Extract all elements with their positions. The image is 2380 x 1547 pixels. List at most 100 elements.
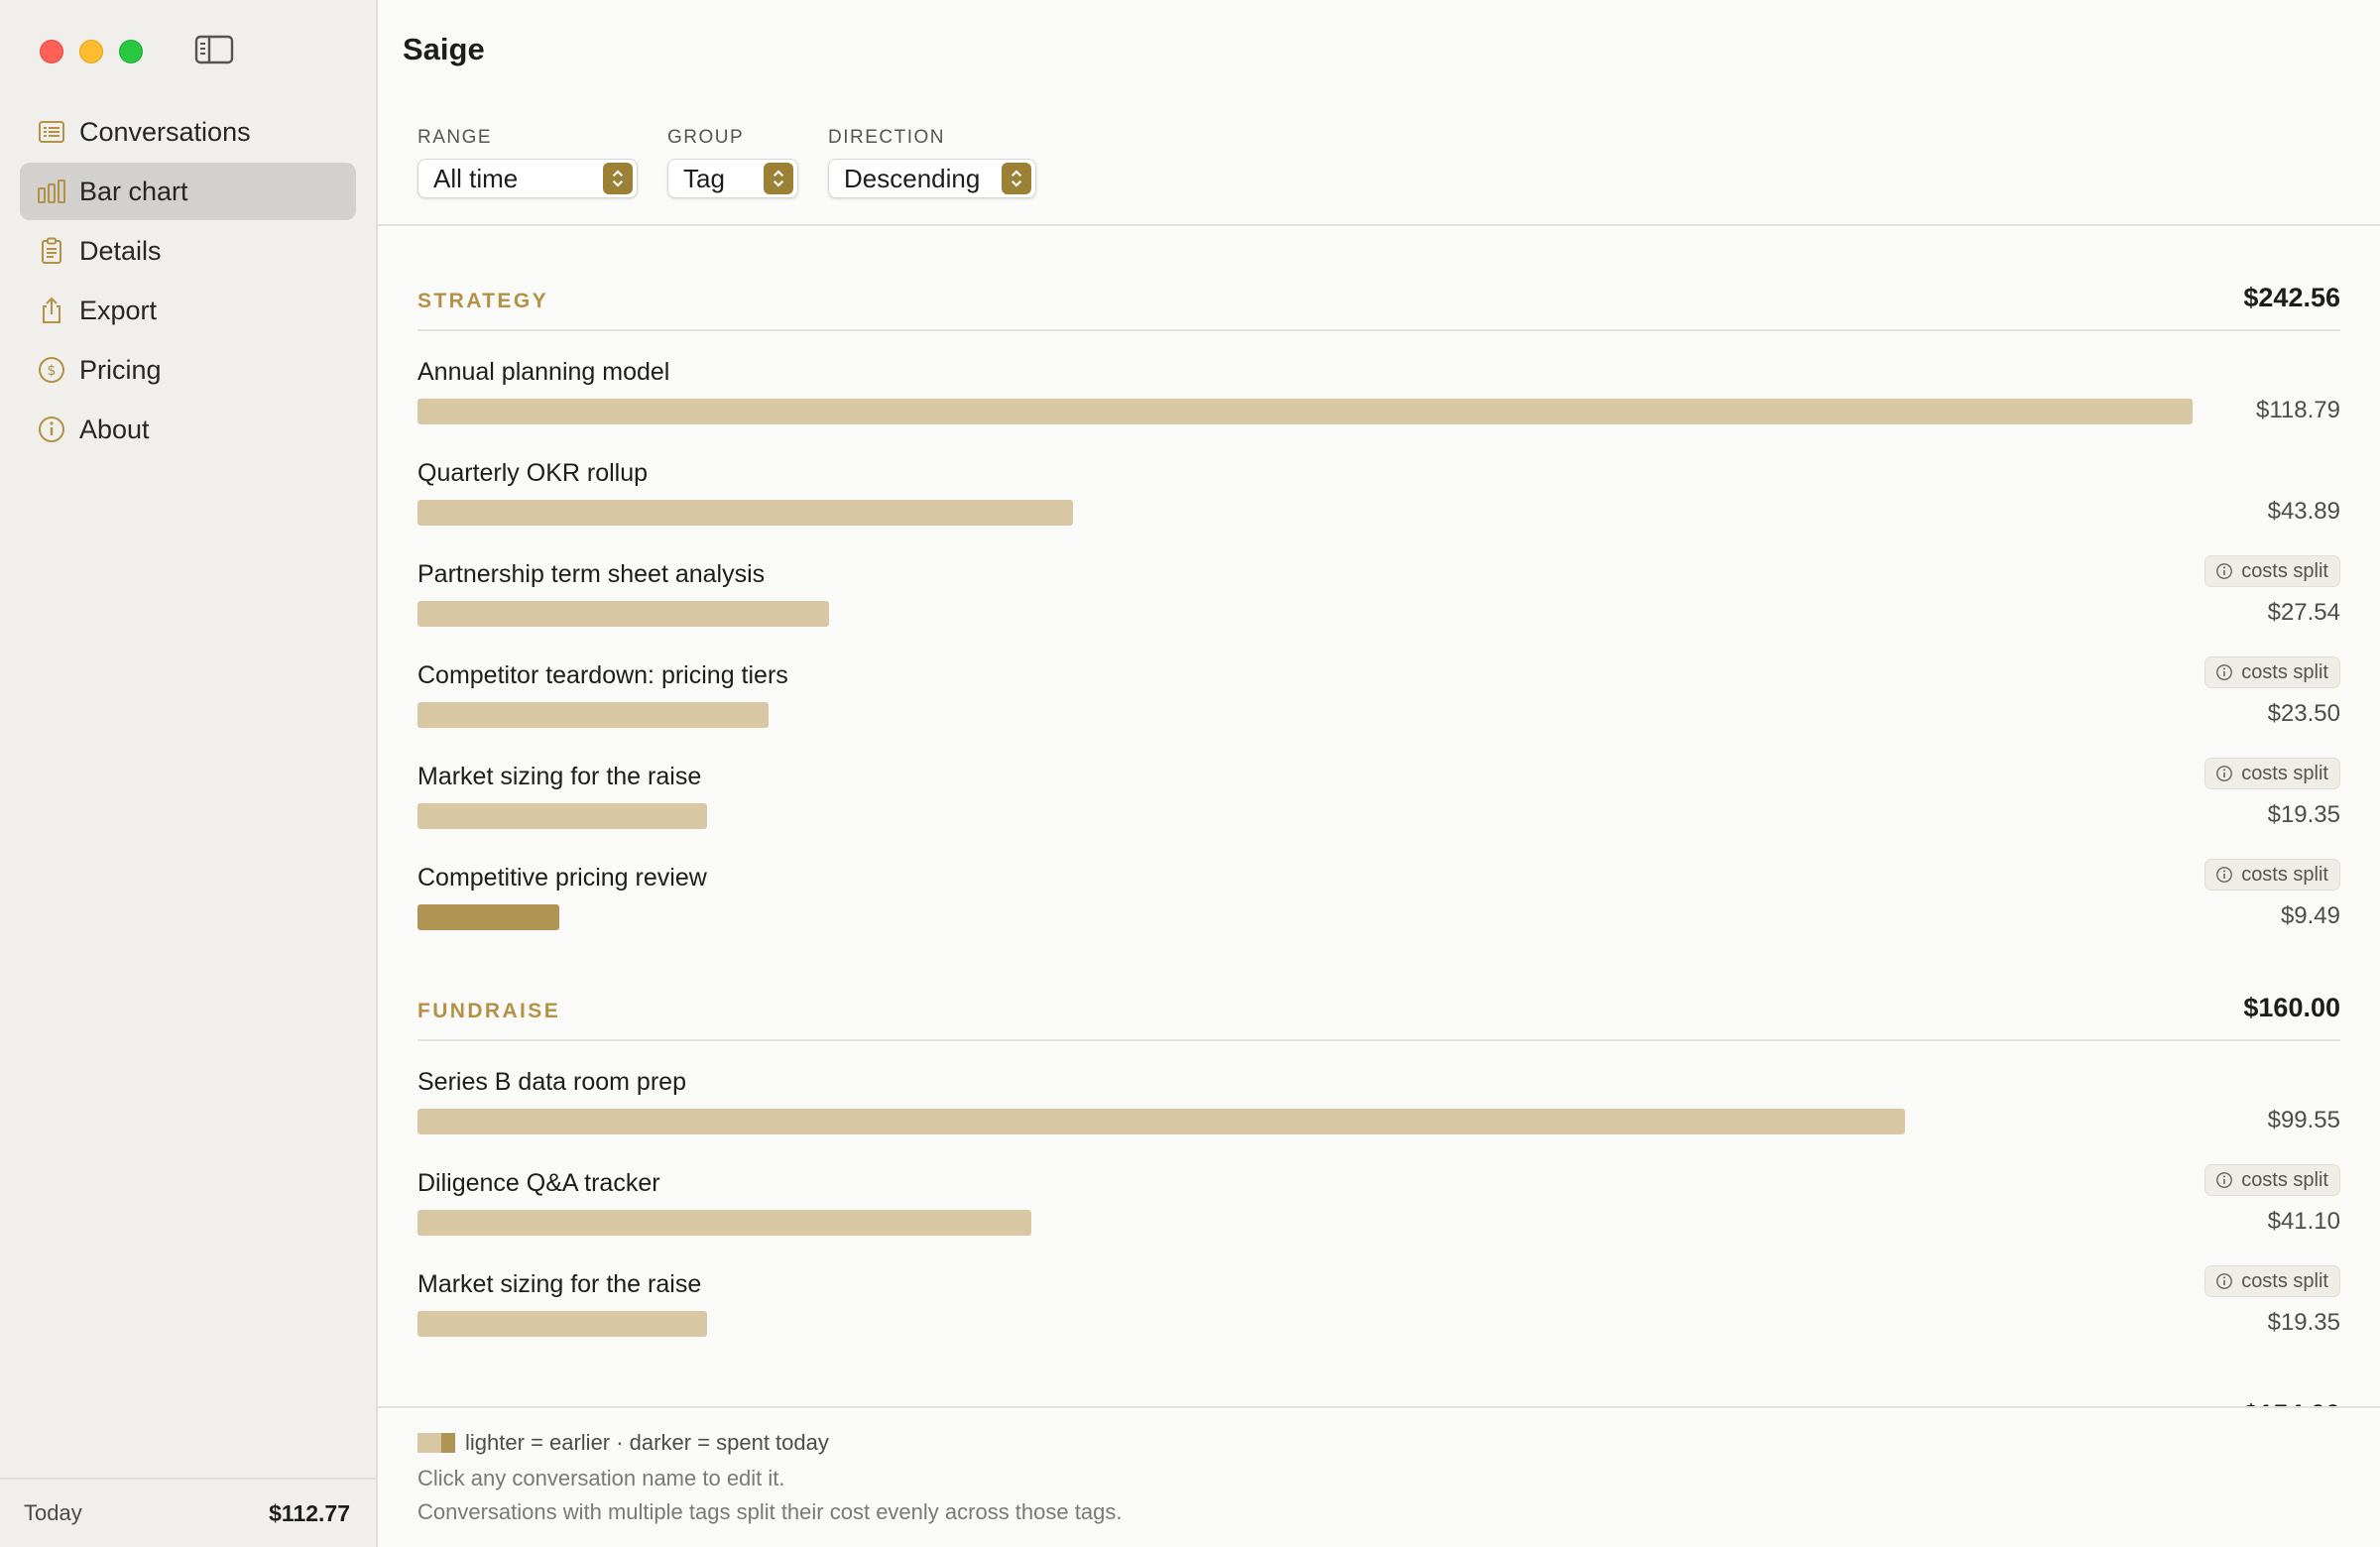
zoom-window-button[interactable] <box>119 40 143 63</box>
app-window: Conversations Bar chart Details Export $… <box>0 0 2380 1547</box>
bar-amount: $99.55 <box>2267 1107 2340 1133</box>
bar-earlier <box>417 1210 1031 1236</box>
bar-earlier <box>417 803 707 829</box>
info-icon <box>2216 766 2233 781</box>
window-controls <box>40 40 143 63</box>
sidebar-item-bar-chart[interactable]: Bar chart <box>20 163 356 220</box>
bar-row: Quarterly OKR rollup $43.89 <box>417 432 2340 534</box>
sidebar-item-export[interactable]: Export <box>20 282 356 339</box>
sidebar-item-conversations[interactable]: Conversations <box>20 103 356 161</box>
close-window-button[interactable] <box>40 40 63 63</box>
costs-split-badge[interactable]: costs split <box>2204 1265 2340 1297</box>
bar-row: Market sizing for the raise costs split $1… <box>417 1244 2340 1345</box>
section-name: STRATEGY <box>417 290 548 312</box>
costs-split-label: costs split <box>2241 863 2328 886</box>
bar-track <box>417 1109 2193 1134</box>
conversation-name-link[interactable]: Quarterly OKR rollup <box>417 459 648 488</box>
bar-amount: $9.49 <box>2280 902 2340 929</box>
share-icon <box>36 295 67 326</box>
bar-row: Diligence Q&A tracker costs split $41.10 <box>417 1142 2340 1244</box>
conversation-name-link[interactable]: Series B data room prep <box>417 1068 686 1097</box>
chevron-up-down-icon <box>764 163 793 194</box>
conversation-name-link[interactable]: Competitor teardown: pricing tiers <box>417 661 788 690</box>
today-label: Today <box>24 1500 82 1525</box>
clipboard-icon <box>36 235 67 267</box>
edit-hint: Click any conversation name to edit it. <box>417 1466 785 1490</box>
svg-text:$: $ <box>48 363 57 379</box>
sidebar-item-label: Conversations <box>79 116 251 147</box>
bar-chart-icon <box>36 176 67 207</box>
conversation-name-link[interactable]: Market sizing for the raise <box>417 763 701 791</box>
conversation-name-link[interactable]: Diligence Q&A tracker <box>417 1169 660 1198</box>
direction-control: DIRECTION Descending <box>828 127 1036 198</box>
sidebar-item-pricing[interactable]: $ Pricing <box>20 341 356 399</box>
info-icon <box>2216 1172 2233 1188</box>
group-control: GROUP Tag <box>667 127 798 198</box>
sidebar-item-details[interactable]: Details <box>20 222 356 280</box>
costs-split-badge[interactable]: costs split <box>2204 859 2340 891</box>
range-select[interactable]: All time <box>417 159 638 198</box>
dollar-circle-icon: $ <box>36 354 67 386</box>
costs-split-label: costs split <box>2241 1168 2328 1191</box>
bar-track <box>417 601 2193 627</box>
section-total: $242.56 <box>2243 283 2340 312</box>
bar-amount: $43.89 <box>2267 498 2340 525</box>
conversation-name-link[interactable]: Partnership term sheet analysis <box>417 560 765 589</box>
range-value: All time <box>433 163 519 193</box>
main-pane: Saige RANGE All time GROUP Tag DIRECTION… <box>378 0 2380 1547</box>
bar-track <box>417 702 2193 728</box>
sidebar-item-label: About <box>79 414 150 444</box>
costs-split-badge[interactable]: costs split <box>2204 555 2340 587</box>
sidebar-item-about[interactable]: About <box>20 401 356 458</box>
bar-track <box>417 803 2193 829</box>
costs-split-badge[interactable]: costs split <box>2204 656 2340 688</box>
conversation-name-link[interactable]: Market sizing for the raise <box>417 1270 701 1299</box>
bar-earlier <box>417 1109 1905 1134</box>
sidebar-item-label: Bar chart <box>79 176 188 206</box>
chevron-up-down-icon <box>603 163 633 194</box>
group-label: GROUP <box>667 127 745 148</box>
sidebar-nav: Conversations Bar chart Details Export $… <box>20 103 356 460</box>
today-summary: Today $112.77 <box>0 1478 376 1547</box>
minimize-window-button[interactable] <box>79 40 103 63</box>
bar-track <box>417 1210 2193 1236</box>
section-header: FUNDRAISE $160.00 <box>417 956 2340 1041</box>
chevron-up-down-icon <box>1002 163 1031 194</box>
info-icon <box>2216 563 2233 579</box>
bar-amount: $118.79 <box>2256 397 2340 423</box>
direction-label: DIRECTION <box>828 127 945 148</box>
conversation-name-link[interactable]: Annual planning model <box>417 358 669 387</box>
info-icon <box>2216 867 2233 883</box>
page-title: Saige <box>403 32 485 66</box>
direction-select[interactable]: Descending <box>828 159 1036 198</box>
bar-today <box>417 904 559 930</box>
bar-row: Market sizing for the raise costs split $1… <box>417 736 2340 837</box>
sidebar-toggle-icon[interactable] <box>194 34 234 65</box>
group-select[interactable]: Tag <box>667 159 798 198</box>
bar-track <box>417 399 2193 424</box>
group-value: Tag <box>683 163 725 193</box>
costs-split-label: costs split <box>2241 559 2328 582</box>
bar-earlier <box>417 702 769 728</box>
split-note: Conversations with multiple tags split t… <box>417 1499 1123 1524</box>
bar-earlier <box>417 399 2193 424</box>
costs-split-badge[interactable]: costs split <box>2204 1164 2340 1196</box>
bar-row: Partnership term sheet analysis costs spl… <box>417 534 2340 635</box>
bar-track <box>417 904 2193 930</box>
costs-split-label: costs split <box>2241 1269 2328 1292</box>
costs-split-badge[interactable]: costs split <box>2204 758 2340 789</box>
direction-value: Descending <box>844 163 981 193</box>
list-icon <box>36 116 67 148</box>
section-header: LEGAL$154.00 <box>417 1363 2340 1406</box>
bar-row: Series B data room prep $99.55 <box>417 1041 2340 1142</box>
info-icon <box>36 414 67 445</box>
section-total: $154.00 <box>2243 1399 2340 1406</box>
bar-row: Annual planning model $118.79 <box>417 331 2340 432</box>
range-label: RANGE <box>417 127 493 148</box>
info-icon <box>2216 1273 2233 1289</box>
sidebar-item-label: Pricing <box>79 354 162 385</box>
legend-swatch <box>417 1433 455 1453</box>
info-icon <box>2216 664 2233 680</box>
conversation-name-link[interactable]: Competitive pricing review <box>417 864 707 892</box>
section-name: FUNDRAISE <box>417 1000 561 1022</box>
